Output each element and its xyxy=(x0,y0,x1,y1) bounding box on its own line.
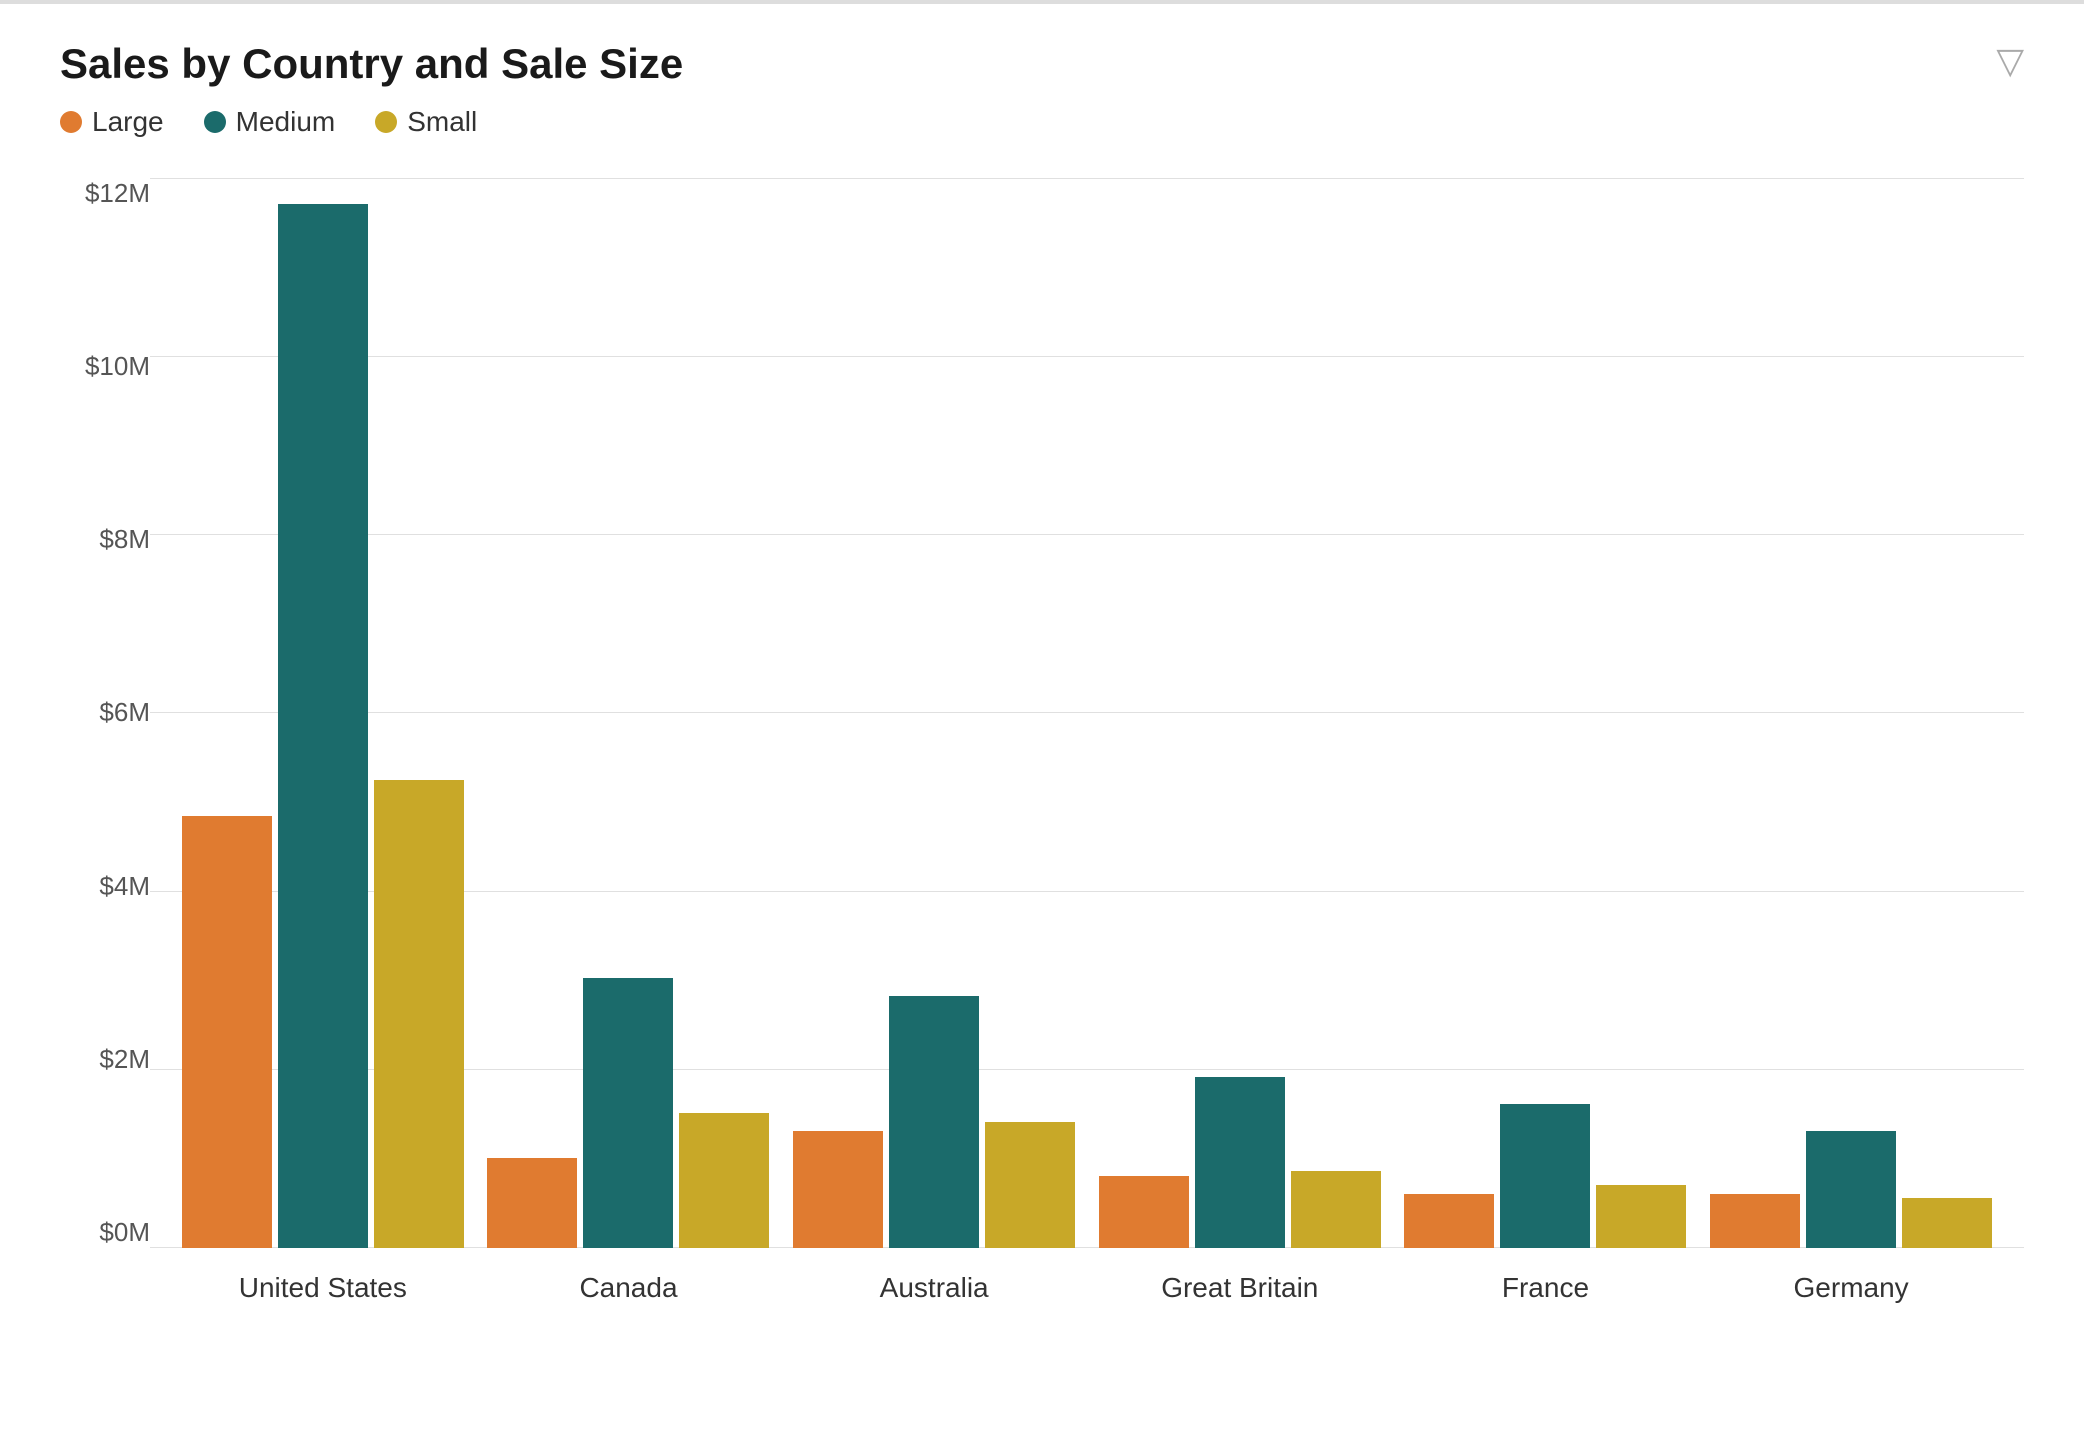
bar-medium-australia[interactable] xyxy=(889,996,979,1248)
bar-medium-great-britain[interactable] xyxy=(1195,1077,1285,1248)
bar-large-great-britain[interactable] xyxy=(1099,1176,1189,1248)
legend-dot-large xyxy=(60,111,82,133)
bar-medium-germany[interactable] xyxy=(1806,1131,1896,1248)
x-label-great-britain: Great Britain xyxy=(1100,1272,1380,1304)
bar-small-france[interactable] xyxy=(1596,1185,1686,1248)
country-group-australia xyxy=(793,996,1075,1248)
legend-item-large: Large xyxy=(60,106,164,138)
bar-small-canada[interactable] xyxy=(679,1113,769,1248)
bars-row-great-britain xyxy=(1099,1077,1381,1248)
bars-area xyxy=(150,178,2024,1248)
bar-small-australia[interactable] xyxy=(985,1122,1075,1248)
x-label-germany: Germany xyxy=(1711,1272,1991,1304)
y-label-8m: $8M xyxy=(99,524,150,555)
x-label-united-states: United States xyxy=(183,1272,463,1304)
bar-large-canada[interactable] xyxy=(487,1158,577,1248)
bar-medium-united-states[interactable] xyxy=(278,204,368,1248)
bar-small-great-britain[interactable] xyxy=(1291,1171,1381,1248)
legend-dot-small xyxy=(375,111,397,133)
legend-item-small: Small xyxy=(375,106,477,138)
bars-row-france xyxy=(1404,1104,1686,1248)
legend-label-small: Small xyxy=(407,106,477,138)
bars-row-united-states xyxy=(182,204,464,1248)
y-label-12m: $12M xyxy=(85,178,150,209)
country-group-united-states xyxy=(182,204,464,1248)
country-group-france xyxy=(1404,1104,1686,1248)
country-group-great-britain xyxy=(1099,1077,1381,1248)
country-group-germany xyxy=(1710,1131,1992,1248)
legend-dot-medium xyxy=(204,111,226,133)
y-label-2m: $2M xyxy=(99,1044,150,1075)
bar-large-france[interactable] xyxy=(1404,1194,1494,1248)
bars-row-germany xyxy=(1710,1131,1992,1248)
bar-large-united-states[interactable] xyxy=(182,816,272,1248)
chart-inner: United States Canada Australia Great Britai… xyxy=(150,168,2024,1328)
y-label-0m: $0M xyxy=(99,1217,150,1248)
bar-large-australia[interactable] xyxy=(793,1131,883,1248)
chart-title: Sales by Country and Sale Size xyxy=(60,40,2024,88)
chart-container: Sales by Country and Sale Size Large Med… xyxy=(0,0,2084,1452)
x-label-canada: Canada xyxy=(488,1272,768,1304)
legend-label-large: Large xyxy=(92,106,164,138)
y-label-10m: $10M xyxy=(85,351,150,382)
bar-small-united-states[interactable] xyxy=(374,780,464,1248)
legend-label-medium: Medium xyxy=(236,106,336,138)
x-labels: United States Canada Australia Great Britai… xyxy=(150,1248,2024,1328)
y-label-4m: $4M xyxy=(99,871,150,902)
country-group-canada xyxy=(487,978,769,1248)
x-label-france: France xyxy=(1405,1272,1685,1304)
y-label-6m: $6M xyxy=(99,697,150,728)
y-axis: $12M $10M $8M $6M $4M $2M $0M xyxy=(60,168,150,1328)
filter-icon[interactable]: ▽ xyxy=(1996,40,2024,82)
bar-small-germany[interactable] xyxy=(1902,1198,1992,1248)
x-label-australia: Australia xyxy=(794,1272,1074,1304)
chart-area: $12M $10M $8M $6M $4M $2M $0M United Sta… xyxy=(60,168,2024,1328)
bar-large-germany[interactable] xyxy=(1710,1194,1800,1248)
bars-row-australia xyxy=(793,996,1075,1248)
legend-item-medium: Medium xyxy=(204,106,336,138)
bar-medium-canada[interactable] xyxy=(583,978,673,1248)
bars-row-canada xyxy=(487,978,769,1248)
top-border xyxy=(0,0,2084,4)
bar-medium-france[interactable] xyxy=(1500,1104,1590,1248)
legend: Large Medium Small xyxy=(60,106,2024,138)
